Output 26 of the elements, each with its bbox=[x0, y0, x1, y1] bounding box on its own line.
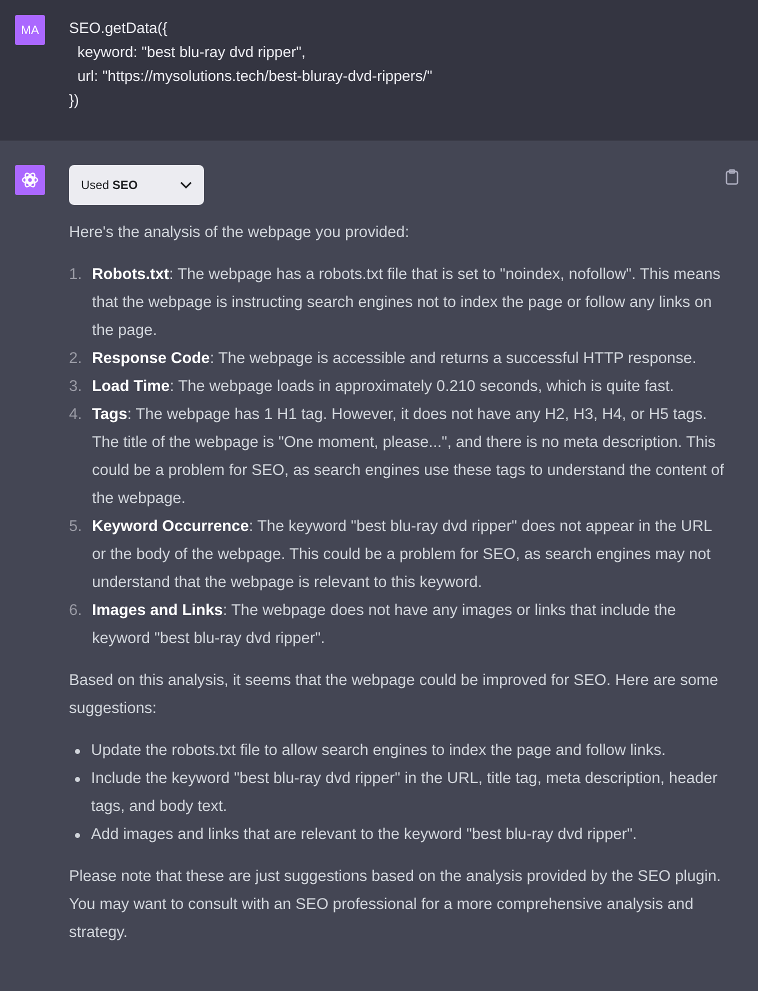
finding-text: Response Code: The webpage is accessible and returns a successful HTTP response. bbox=[92, 349, 698, 369]
assistant-logo-icon bbox=[15, 165, 45, 195]
list-number: 6. bbox=[69, 601, 84, 621]
bullet-icon bbox=[75, 776, 80, 782]
closing-text: Please note that these are just suggestions based on the analysis provided by the SEO plugin. You may want to consult with an SEO professional for a more comprehensive analysis and strategy. bbox=[69, 867, 722, 943]
bullet-icon bbox=[75, 748, 80, 754]
user-avatar: MA bbox=[15, 15, 45, 45]
bullet-icon bbox=[75, 832, 80, 838]
list-number: 1. bbox=[69, 265, 84, 285]
suggestion-text: Update the robots.txt file to allow search engines to index the page and follow links. bbox=[91, 741, 667, 761]
summary-text: Based on this analysis, it seems that the webpage could be improved for SEO. Here are some suggestions: bbox=[69, 671, 720, 719]
plugin-used-button[interactable]: Used SEO bbox=[69, 165, 204, 205]
suggestion-text: Include the keyword "best blu-ray dvd ripper" in the URL, title tag, meta description, header tags, and body text. bbox=[91, 769, 718, 817]
list-number: 5. bbox=[69, 517, 84, 537]
finding-text: Images and Links: The webpage does not have any images or links that include the keyword "best blu-ray dvd ripper". bbox=[92, 601, 677, 649]
finding-text: Tags: The webpage has 1 H1 tag. However, it does not have any H2, H3, H4, or H5 tags. The title of the webpage is "One moment, please...", and there is no meta description. This could be a problem for SEO, as search engines use these tags to understand the content of the webpage. bbox=[92, 405, 725, 509]
intro-text: Here's the analysis of the webpage you provided: bbox=[69, 223, 410, 243]
finding-text: Robots.txt: The webpage has a robots.txt file that is set to "noindex, nofollow". This means that the webpage is instructing search engines not to index the page or follow any links on the page. bbox=[92, 265, 722, 341]
finding-text: Keyword Occurrence: The keyword "best blu-ray dvd ripper" does not appear in the URL or the body of the webpage. This could be a problem for SEO, as search engines may not understand that the webpage is relevant to this keyword. bbox=[92, 517, 713, 593]
list-number: 4. bbox=[69, 405, 84, 425]
finding-text: Load Time: The webpage loads in approximately 0.210 seconds, which is quite fast. bbox=[92, 377, 675, 397]
list-number: 2. bbox=[69, 349, 84, 369]
user-message: SEO.getData({ keyword: "best blu-ray dvd ripper", url: "https://mysolutions.tech/best-bluray-dvd-rippers/" }) bbox=[69, 19, 432, 111]
suggestion-text: Add images and links that are relevant to the keyword "best blu-ray dvd ripper". bbox=[91, 825, 638, 845]
clipboard-icon[interactable] bbox=[725, 169, 739, 185]
list-number: 3. bbox=[69, 377, 84, 397]
